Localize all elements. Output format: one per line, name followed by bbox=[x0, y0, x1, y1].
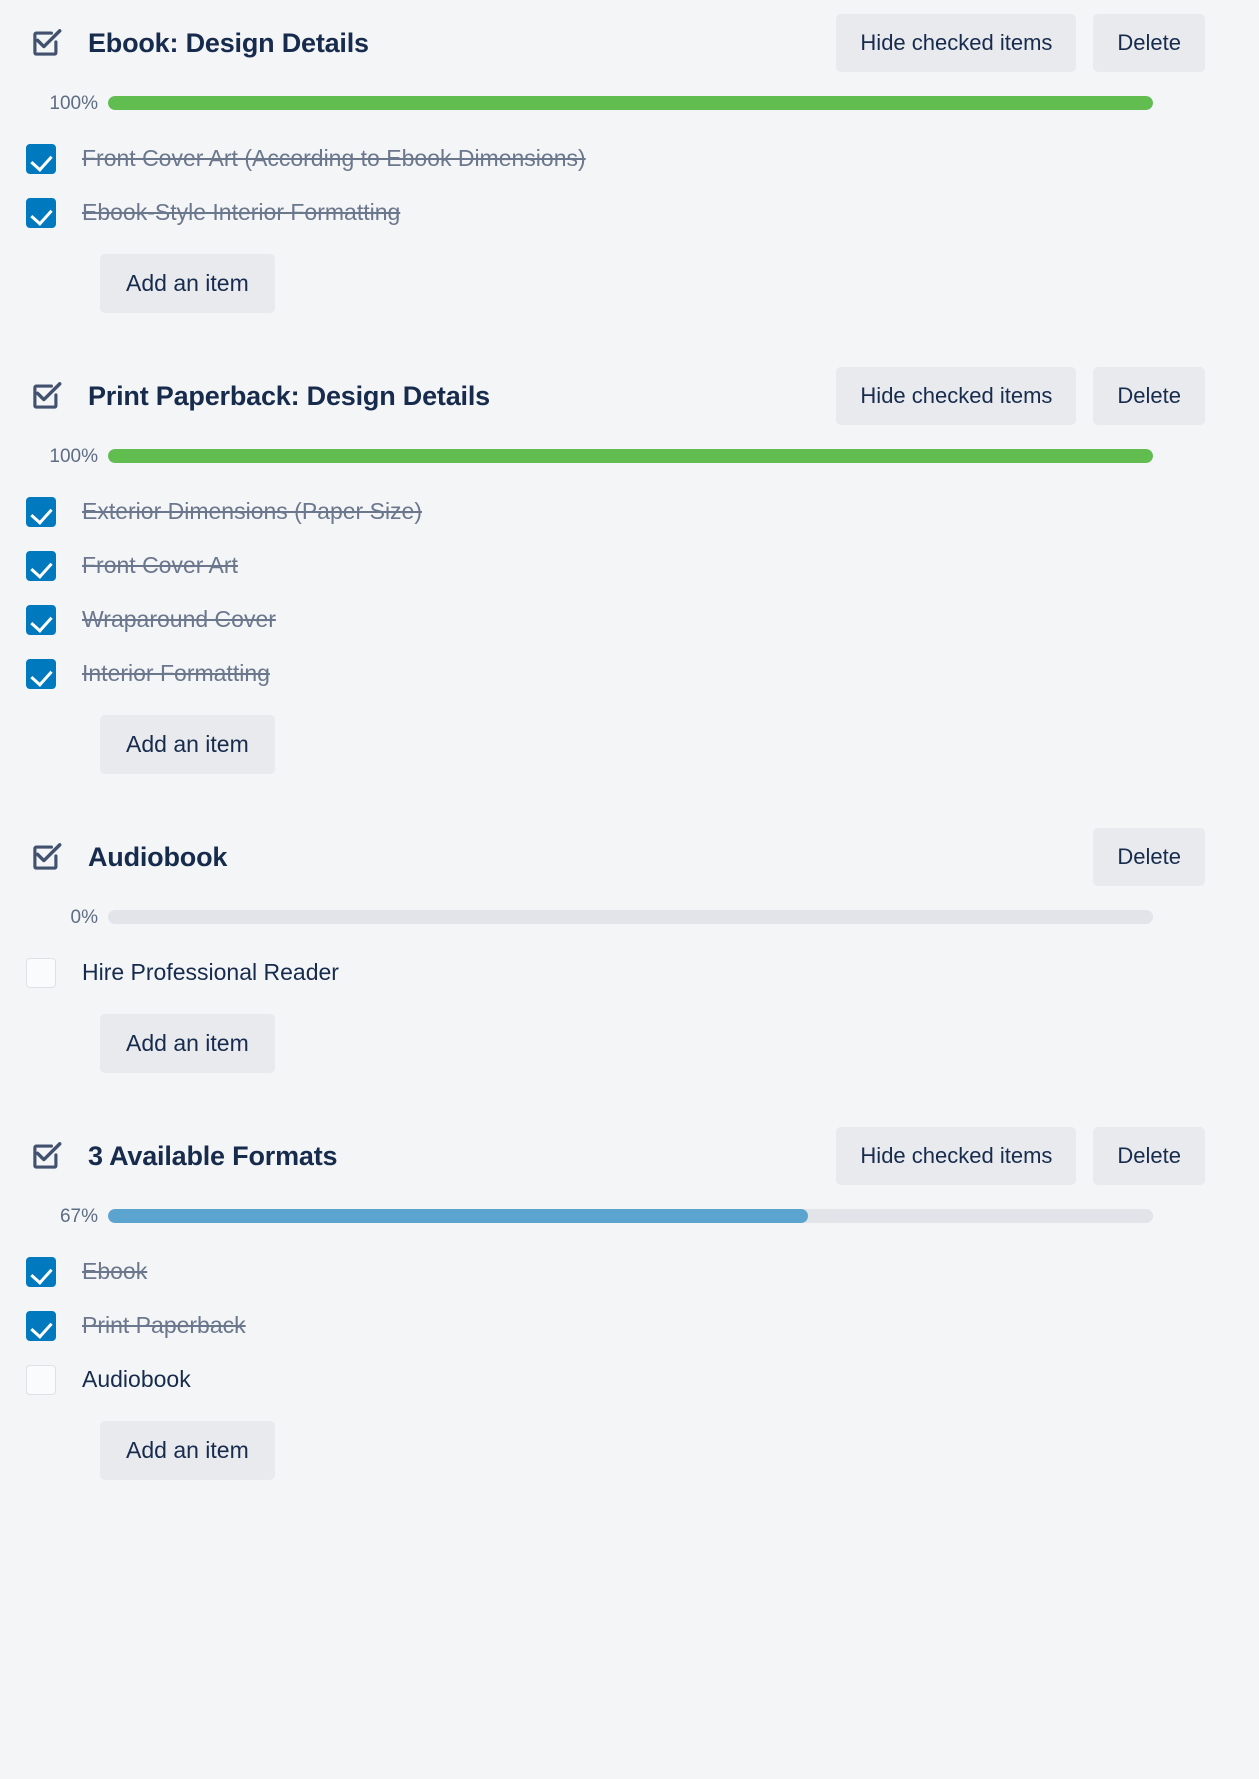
progress-bar-track bbox=[108, 910, 1153, 924]
checkbox-checked-icon[interactable] bbox=[26, 497, 56, 527]
checklist-item-label[interactable]: Interior Formatting bbox=[82, 659, 270, 689]
checklist-item[interactable]: Front Cover Art (According to Ebook Dime… bbox=[0, 132, 1235, 186]
delete-checklist-button[interactable]: Delete bbox=[1093, 1127, 1205, 1185]
checklist-header: Ebook: Design Details Hide checked items D… bbox=[0, 12, 1235, 74]
checklist-actions: Hide checked items Delete bbox=[836, 367, 1205, 425]
checklist-item-label[interactable]: Audiobook bbox=[82, 1365, 191, 1395]
checklist-title[interactable]: 3 Available Formats bbox=[88, 1140, 836, 1172]
checklist: 3 Available Formats Hide checked items Del… bbox=[0, 1125, 1259, 1480]
progress-bar-fill bbox=[108, 449, 1153, 463]
delete-checklist-button[interactable]: Delete bbox=[1093, 367, 1205, 425]
add-item-row: Add an item bbox=[0, 1014, 1235, 1073]
checklist-item[interactable]: Wraparound Cover bbox=[0, 593, 1235, 647]
checklist-icon bbox=[28, 1138, 64, 1174]
checklist-title[interactable]: Audiobook bbox=[88, 841, 1093, 873]
add-item-row: Add an item bbox=[0, 254, 1235, 313]
checkbox-unchecked-icon[interactable] bbox=[26, 958, 56, 988]
delete-checklist-button[interactable]: Delete bbox=[1093, 828, 1205, 886]
progress-percent-label: 100% bbox=[49, 445, 98, 467]
checkbox-checked-icon[interactable] bbox=[26, 1311, 56, 1341]
add-an-item-button[interactable]: Add an item bbox=[100, 1421, 275, 1480]
checklist-progress: 100% bbox=[0, 88, 1235, 118]
checklist-progress: 67% bbox=[0, 1201, 1235, 1231]
checklist-items: Hire Professional Reader bbox=[0, 946, 1235, 1000]
progress-percent-label: 100% bbox=[49, 92, 98, 114]
checklist: Audiobook Delete 0% Hire Professional Reade… bbox=[0, 826, 1259, 1073]
checklist-title[interactable]: Print Paperback: Design Details bbox=[88, 380, 836, 412]
checklist-item[interactable]: Hire Professional Reader bbox=[0, 946, 1235, 1000]
checklist-item[interactable]: Ebook bbox=[0, 1245, 1235, 1299]
checklist-item[interactable]: Print Paperback bbox=[0, 1299, 1235, 1353]
checkbox-checked-icon[interactable] bbox=[26, 198, 56, 228]
checklist-items: Front Cover Art (According to Ebook Dime… bbox=[0, 132, 1235, 240]
checklist-icon bbox=[28, 378, 64, 414]
progress-bar-fill bbox=[108, 1209, 809, 1223]
add-an-item-button[interactable]: Add an item bbox=[100, 715, 275, 774]
add-item-row: Add an item bbox=[0, 1421, 1235, 1480]
checkbox-checked-icon[interactable] bbox=[26, 144, 56, 174]
checklist-item[interactable]: Front Cover Art bbox=[0, 539, 1235, 593]
checklist-item[interactable]: Interior Formatting bbox=[0, 647, 1235, 701]
checklist-item[interactable]: Ebook-Style Interior Formatting bbox=[0, 186, 1235, 240]
checklist-item-label[interactable]: Wraparound Cover bbox=[82, 605, 276, 635]
add-an-item-button[interactable]: Add an item bbox=[100, 254, 275, 313]
checklist-item-label[interactable]: Ebook bbox=[82, 1257, 147, 1287]
add-an-item-button[interactable]: Add an item bbox=[100, 1014, 275, 1073]
checklist-actions: Hide checked items Delete bbox=[836, 14, 1205, 72]
delete-checklist-button[interactable]: Delete bbox=[1093, 14, 1205, 72]
checklist-header: 3 Available Formats Hide checked items Del… bbox=[0, 1125, 1235, 1187]
checklist-items: Ebook Print Paperback Audiobook bbox=[0, 1245, 1235, 1407]
checklist-item-label[interactable]: Print Paperback bbox=[82, 1311, 246, 1341]
progress-percent-label: 0% bbox=[70, 906, 98, 928]
checklist-title[interactable]: Ebook: Design Details bbox=[88, 27, 836, 59]
checklist: Ebook: Design Details Hide checked items D… bbox=[0, 12, 1259, 313]
progress-bar-track bbox=[108, 1209, 1153, 1223]
add-item-row: Add an item bbox=[0, 715, 1235, 774]
checklist-item-label[interactable]: Front Cover Art (According to Ebook Dime… bbox=[82, 144, 586, 174]
checkbox-checked-icon[interactable] bbox=[26, 1257, 56, 1287]
progress-bar-track bbox=[108, 449, 1153, 463]
checklist-actions: Hide checked items Delete bbox=[836, 1127, 1205, 1185]
checklist-header: Print Paperback: Design Details Hide chec… bbox=[0, 365, 1235, 427]
checkbox-checked-icon[interactable] bbox=[26, 551, 56, 581]
checklist-item[interactable]: Audiobook bbox=[0, 1353, 1235, 1407]
checklist-progress: 100% bbox=[0, 441, 1235, 471]
hide-checked-items-button[interactable]: Hide checked items bbox=[836, 14, 1077, 72]
checklist-item-label[interactable]: Hire Professional Reader bbox=[82, 958, 339, 988]
progress-percent-label: 67% bbox=[59, 1205, 98, 1227]
checklist-icon bbox=[28, 839, 64, 875]
checklist-header: Audiobook Delete bbox=[0, 826, 1235, 888]
hide-checked-items-button[interactable]: Hide checked items bbox=[836, 367, 1077, 425]
checklist-icon bbox=[28, 25, 64, 61]
checklist-item-label[interactable]: Exterior Dimensions (Paper Size) bbox=[82, 497, 422, 527]
checklist-actions: Delete bbox=[1093, 828, 1205, 886]
checklist-progress: 0% bbox=[0, 902, 1235, 932]
checkbox-checked-icon[interactable] bbox=[26, 659, 56, 689]
checklist-item-label[interactable]: Ebook-Style Interior Formatting bbox=[82, 198, 400, 228]
checklist-container: Ebook: Design Details Hide checked items D… bbox=[0, 12, 1259, 1480]
hide-checked-items-button[interactable]: Hide checked items bbox=[836, 1127, 1077, 1185]
progress-bar-fill bbox=[108, 96, 1153, 110]
checklist-items: Exterior Dimensions (Paper Size) Front Co… bbox=[0, 485, 1235, 701]
checkbox-checked-icon[interactable] bbox=[26, 605, 56, 635]
checklists-panel: Ebook: Design Details Hide checked items D… bbox=[0, 0, 1259, 1779]
checklist: Print Paperback: Design Details Hide chec… bbox=[0, 365, 1259, 774]
checklist-item-label[interactable]: Front Cover Art bbox=[82, 551, 238, 581]
checkbox-unchecked-icon[interactable] bbox=[26, 1365, 56, 1395]
progress-bar-track bbox=[108, 96, 1153, 110]
checklist-item[interactable]: Exterior Dimensions (Paper Size) bbox=[0, 485, 1235, 539]
